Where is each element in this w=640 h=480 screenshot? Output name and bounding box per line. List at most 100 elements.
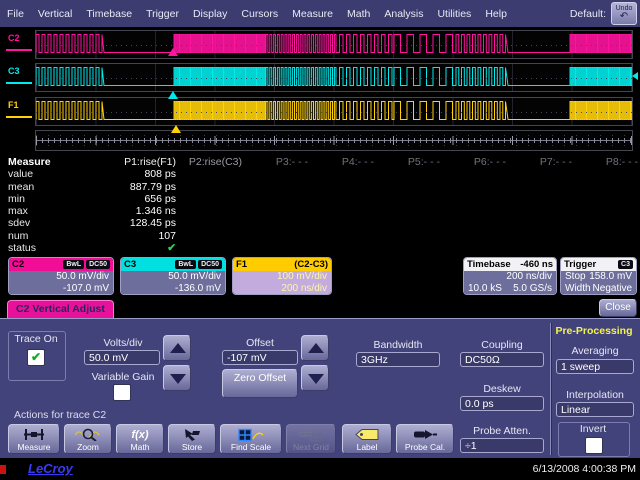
grid-c3[interactable] (35, 63, 633, 92)
timebase-offset: -460 ns (520, 259, 553, 270)
menu-timebase[interactable]: Timebase (79, 8, 139, 20)
zoom-icon (75, 427, 101, 442)
grid-c2[interactable] (35, 30, 633, 59)
trigger-slope: Negative (593, 283, 632, 295)
probe-cal-button[interactable]: Probe Cal. (396, 424, 454, 454)
label-button[interactable]: Label (342, 424, 392, 454)
measure-row-mean: mean 887.79 ps (8, 181, 638, 193)
menu-trigger[interactable]: Trigger (139, 8, 186, 20)
trigger-marker-f1[interactable] (171, 125, 181, 133)
trace-label-f1[interactable]: F1 (8, 100, 34, 110)
timeline-grid (35, 130, 633, 151)
menu-cursors[interactable]: Cursors (234, 8, 285, 20)
coupling-field[interactable]: DC50Ω (460, 352, 544, 367)
volts-div-field[interactable]: 50.0 mV (84, 350, 160, 365)
descriptor-trigger[interactable]: Trigger C3 Stop 158.0 mV Width Negative (560, 257, 637, 295)
vertical-adjust-dialog: C2 Vertical Adjust Close Trace On ✔ Volt… (0, 298, 640, 458)
divider (550, 323, 551, 455)
tab-c2-vertical-adjust[interactable]: C2 Vertical Adjust (7, 300, 114, 319)
undo-button[interactable]: Undo ↶ (611, 2, 637, 25)
trace-level-f1 (6, 116, 32, 118)
menu-analysis[interactable]: Analysis (377, 8, 430, 20)
dc50-badge: DC50 (86, 260, 110, 269)
p1-sdev: 128.45 ps (110, 217, 176, 229)
close-button[interactable]: Close (599, 299, 637, 317)
invert-label: Invert (558, 423, 628, 435)
offset-down-button[interactable] (301, 365, 329, 391)
measure-row-min: min 656 ps (8, 193, 638, 205)
bwl-badge: BwL (63, 260, 84, 269)
f1-source: (C2-C3) (294, 259, 328, 270)
descriptor-timebase[interactable]: Timebase -460 ns 200 ns/div 10.0 kS 5.0 … (463, 257, 557, 295)
menu-file[interactable]: File (0, 8, 31, 20)
trace-label-c2[interactable]: C2 (8, 33, 34, 43)
volts-div-label: Volts/div (78, 337, 168, 349)
zoom-button[interactable]: Zoom (64, 424, 112, 454)
trigger-mode: Stop (565, 271, 586, 283)
next-grid-icon (298, 427, 324, 442)
volts-div-up-button[interactable] (163, 335, 191, 361)
math-button[interactable]: f(x) Math (116, 424, 164, 454)
bandwidth-field[interactable]: 3GHz (356, 352, 440, 367)
menu-utilities[interactable]: Utilities (430, 8, 478, 20)
offset-label: Offset (222, 337, 298, 349)
averaging-field[interactable]: 1 sweep (556, 359, 634, 374)
undo-icon: ↶ (612, 13, 636, 21)
menu-math[interactable]: Math (340, 8, 377, 20)
measure-col-p8[interactable]: P8:- - - (572, 156, 638, 168)
averaging-label: Averaging (556, 345, 634, 357)
p1-num: 107 (110, 230, 176, 242)
next-grid-button[interactable]: Next Grid (286, 424, 336, 454)
probe-atten-field[interactable]: ÷1 (460, 438, 544, 453)
timebase-samples: 10.0 kS (468, 283, 502, 295)
deskew-label: Deskew (460, 383, 544, 395)
menu-bar: File Vertical Timebase Trigger Display C… (0, 0, 640, 27)
descriptor-f1[interactable]: F1 (C2-C3) 100 mV/div 200 ns/div (232, 257, 332, 295)
offset-field[interactable]: -107 mV (222, 350, 298, 365)
measure-col-p6[interactable]: P6:- - - (440, 156, 506, 168)
menu-measure[interactable]: Measure (285, 8, 340, 20)
trace-level-c2 (6, 49, 32, 51)
store-button[interactable]: Store (168, 424, 216, 454)
trace-label-c3[interactable]: C3 (8, 66, 34, 76)
measure-col-p3[interactable]: P3:- - - (242, 156, 308, 168)
interpolation-field[interactable]: Linear (556, 402, 634, 417)
trace-on-checkbox[interactable]: ✔ (27, 349, 45, 366)
p1-value: 808 ps (110, 168, 176, 180)
status-bar: LeCroy 6/13/2008 4:00:38 PM (0, 458, 640, 480)
deskew-field[interactable]: 0.0 ps (460, 396, 544, 411)
measure-col-p4[interactable]: P4:- - - (308, 156, 374, 168)
trace-level-c3 (6, 82, 32, 84)
grid-f1[interactable] (35, 97, 633, 126)
trigger-marker-c3[interactable] (168, 91, 178, 99)
menu-help[interactable]: Help (478, 8, 514, 20)
c3-waveform (36, 64, 632, 91)
p1-mean: 887.79 ps (110, 181, 176, 193)
p1-status-check-icon: ✔ (110, 242, 176, 254)
interpolation-label: Interpolation (556, 389, 634, 401)
measure-col-p2[interactable]: P2:rise(C3) (176, 156, 242, 168)
taskbar-indicator (0, 465, 6, 474)
measure-col-p1[interactable]: P1:rise(F1) (110, 156, 176, 168)
trigger-level-marker[interactable] (632, 72, 638, 80)
menu-vertical[interactable]: Vertical (31, 8, 79, 20)
menu-display[interactable]: Display (186, 8, 234, 20)
measure-button[interactable]: Measure (8, 424, 60, 454)
lecroy-logo: LeCroy (28, 461, 73, 476)
bandwidth-label: Bandwidth (356, 339, 440, 351)
variable-gain-label: Variable Gain (78, 371, 168, 383)
invert-checkbox[interactable] (585, 437, 603, 454)
measure-col-p7[interactable]: P7:- - - (506, 156, 572, 168)
descriptor-c2[interactable]: C2 BwL DC50 50.0 mV/div -107.0 mV (8, 257, 114, 295)
trigger-marker-c2[interactable] (168, 48, 178, 56)
descriptor-c3[interactable]: C3 BwL DC50 50.0 mV/div -136.0 mV (120, 257, 226, 295)
trace-on-label: Trace On (10, 333, 62, 345)
datetime: 6/13/2008 4:00:38 PM (533, 463, 636, 475)
offset-up-button[interactable] (301, 335, 329, 361)
dialog-body: Trace On ✔ Volts/div 50.0 mV Variable Ga… (0, 318, 640, 458)
zero-offset-button[interactable]: Zero Offset (222, 369, 298, 398)
measure-col-p5[interactable]: P5:- - - (374, 156, 440, 168)
probe-cal-icon (412, 427, 438, 442)
variable-gain-checkbox[interactable] (113, 384, 131, 401)
find-scale-button[interactable]: Find Scale (220, 424, 282, 454)
